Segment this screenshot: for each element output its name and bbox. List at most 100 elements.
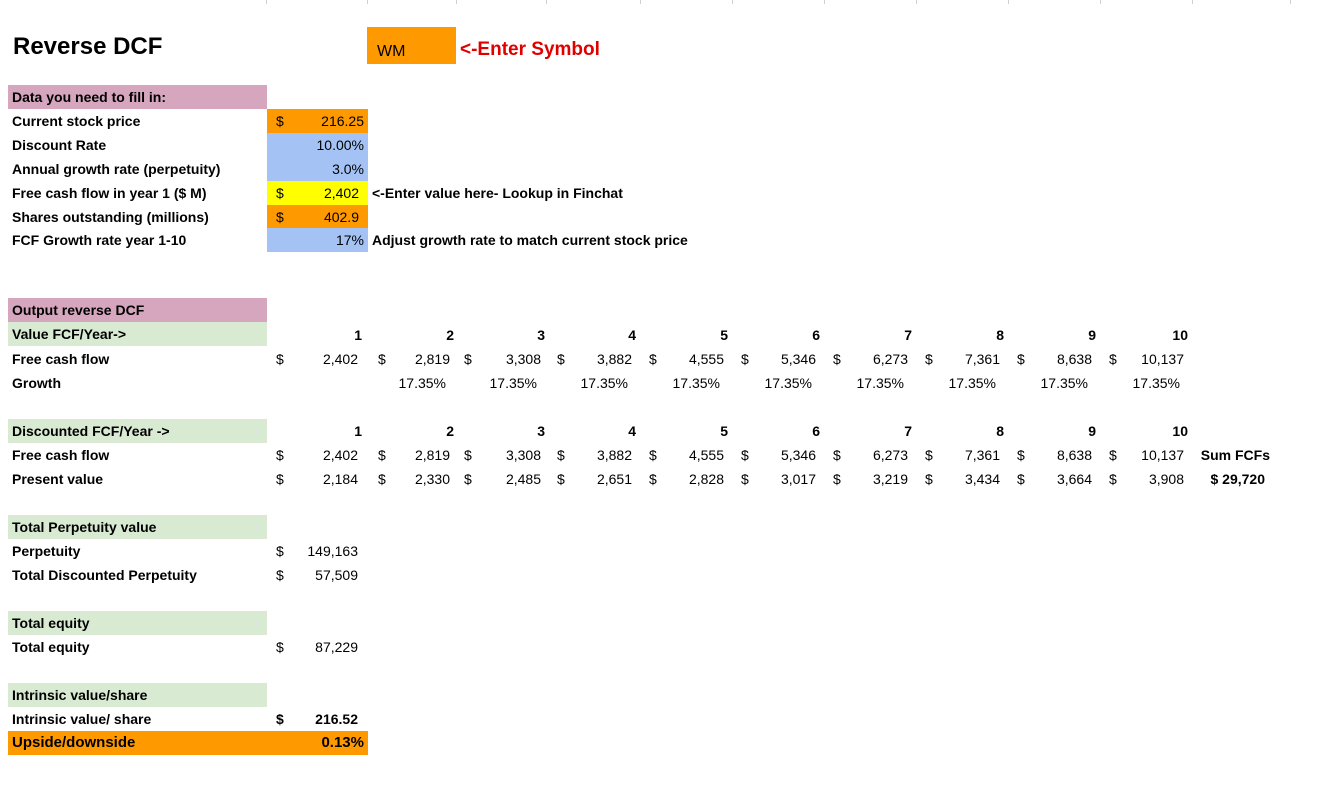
value-cell: 5,346 <box>780 447 816 463</box>
year-header: 2 <box>446 327 454 343</box>
discounted-perpetuity-value: 57,509 <box>315 567 358 583</box>
inputs-section-label: Data you need to fill in: <box>8 85 267 109</box>
discounted-fcf-header: Discounted FCF/Year -> <box>8 419 267 443</box>
growth-cell: 17.35% <box>1040 375 1088 391</box>
growth-cell: 17.35% <box>672 375 720 391</box>
year-header: 5 <box>720 423 728 439</box>
value-cell: 2,184 <box>322 471 358 487</box>
dollar-sign: $ <box>1109 447 1117 463</box>
dollar-sign: $ <box>276 185 284 201</box>
value-cell: 7,361 <box>964 447 1000 463</box>
value-cell: 5,346 <box>780 351 816 367</box>
dollar-sign: $ <box>1017 351 1025 367</box>
dollar-sign: $ <box>276 543 284 559</box>
total-equity-header: Total equity <box>8 611 267 635</box>
value-cell: 3,308 <box>505 447 541 463</box>
growth-cell: 17.35% <box>1132 375 1180 391</box>
value-cell: 2,485 <box>505 471 541 487</box>
value-cell: 8,638 <box>1056 447 1092 463</box>
value-cell: 10,137 <box>1141 447 1184 463</box>
intrinsic-label: Intrinsic value/ share <box>12 711 152 727</box>
year-header: 10 <box>1172 327 1188 343</box>
value-cell: 2,828 <box>688 471 724 487</box>
dollar-sign: $ <box>276 447 284 463</box>
fcf-growth-cell[interactable]: 17% <box>267 228 368 252</box>
input-label: FCF Growth rate year 1-10 <box>12 232 187 248</box>
symbol-input[interactable]: WM <box>367 27 456 64</box>
value-cell: 2,330 <box>414 471 450 487</box>
perpetuity-label: Perpetuity <box>12 543 81 559</box>
fcf-year1-cell[interactable]: $ 2,402 <box>267 181 368 205</box>
value-cell: 3,219 <box>872 471 908 487</box>
value-cell: 2,402 <box>322 447 358 463</box>
value-cell: 3,434 <box>964 471 1000 487</box>
dollar-sign: $ <box>276 113 284 129</box>
symbol-hint: <-Enter Symbol <box>460 39 600 60</box>
dollar-sign: $ <box>276 639 284 655</box>
dollar-sign: $ <box>741 351 749 367</box>
value-cell: 6,273 <box>872 351 908 367</box>
dollar-sign: $ <box>276 471 284 487</box>
sum-fcfs-label: Sum FCFs <box>1200 447 1270 463</box>
dollar-sign: $ <box>649 471 657 487</box>
growth-cell <box>292 371 354 395</box>
year-header: 9 <box>1088 423 1096 439</box>
sheet-grid-top <box>0 0 1317 4</box>
dollar-sign: $ <box>1017 471 1025 487</box>
dollar-sign: $ <box>741 471 749 487</box>
fcf-note: <-Enter value here- Lookup in Finchat <box>372 185 623 201</box>
output-section-label: Output reverse DCF <box>8 298 267 322</box>
year-header: 3 <box>537 423 545 439</box>
value-cell: 3,308 <box>505 351 541 367</box>
year-header: 6 <box>812 423 820 439</box>
dollar-sign: $ <box>276 711 284 727</box>
value-cell: 6,273 <box>872 447 908 463</box>
page-title: Reverse DCF <box>13 33 163 60</box>
dollar-sign: $ <box>925 351 933 367</box>
shares-cell[interactable]: $ 402.9 <box>267 205 368 229</box>
value-cell: 2,402 <box>322 351 358 367</box>
dollar-sign: $ <box>464 351 472 367</box>
year-header: 8 <box>996 327 1004 343</box>
sum-fcfs-value: $ 29,720 <box>1210 471 1266 487</box>
year-header: 2 <box>446 423 454 439</box>
input-label: Current stock price <box>12 113 141 129</box>
dollar-sign: $ <box>1109 351 1117 367</box>
dollar-sign: $ <box>833 471 841 487</box>
dollar-sign: $ <box>276 351 284 367</box>
value-cell: 3,882 <box>596 351 632 367</box>
dollar-sign: $ <box>925 447 933 463</box>
year-header: 10 <box>1172 423 1188 439</box>
input-label: Free cash flow in year 1 ($ M) <box>12 185 207 201</box>
growth-cell: 17.35% <box>856 375 904 391</box>
year-header: 9 <box>1088 327 1096 343</box>
dollar-sign: $ <box>557 447 565 463</box>
discounted-fcf-label: Free cash flow <box>12 447 110 463</box>
discount-rate-cell[interactable]: 10.00% <box>267 133 368 157</box>
price-cell[interactable]: $ 216.25 <box>267 109 368 133</box>
perpetuity-value: 149,163 <box>307 543 358 559</box>
value-cell: 2,651 <box>596 471 632 487</box>
dollar-sign: $ <box>649 351 657 367</box>
year-header: 3 <box>537 327 545 343</box>
dollar-sign: $ <box>378 351 386 367</box>
dollar-sign: $ <box>1109 471 1117 487</box>
total-equity-value: 87,229 <box>315 639 358 655</box>
input-label: Shares outstanding (millions) <box>12 209 209 225</box>
growth-cell: 17.35% <box>948 375 996 391</box>
value-cell: 3,664 <box>1056 471 1092 487</box>
year-header: 1 <box>354 327 362 343</box>
dollar-sign: $ <box>833 351 841 367</box>
perpetuity-growth-cell[interactable]: 3.0% <box>267 157 368 181</box>
dollar-sign: $ <box>464 471 472 487</box>
value-cell: 3,908 <box>1148 471 1184 487</box>
upside-label: Upside/downside <box>8 731 267 755</box>
input-value: 216.25 <box>321 113 364 129</box>
year-header: 8 <box>996 423 1004 439</box>
input-label: Annual growth rate (perpetuity) <box>12 161 221 177</box>
year-header: 5 <box>720 327 728 343</box>
value-cell: 3,017 <box>780 471 816 487</box>
year-header: 4 <box>628 327 636 343</box>
year-header: 4 <box>628 423 636 439</box>
year-header: 6 <box>812 327 820 343</box>
